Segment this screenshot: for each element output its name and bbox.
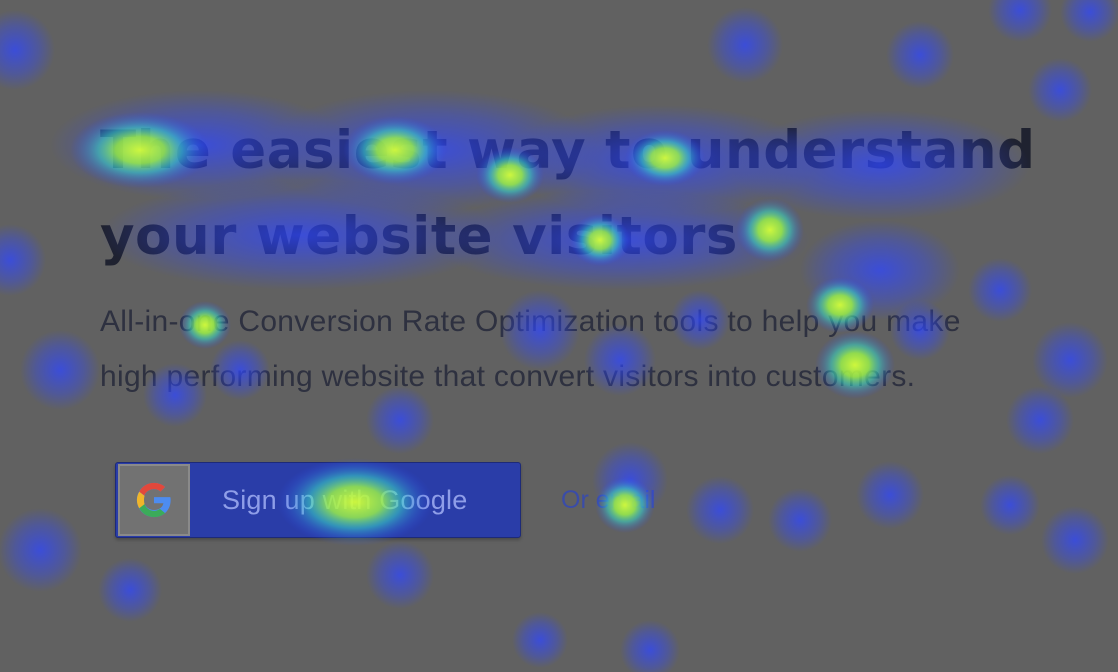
google-logo-box [118, 464, 190, 536]
email-signup-link[interactable]: Or email [561, 486, 655, 515]
hero-subtitle: All-in-one Conversion Rate Optimization … [100, 294, 1110, 404]
hero-section: The easiest way to understand your websi… [100, 108, 1110, 404]
landing-page-screenshot: The easiest way to understand your websi… [0, 0, 1118, 672]
google-g-icon [136, 482, 171, 518]
google-signup-button[interactable]: Sign up with Google [115, 462, 521, 538]
signup-cta-row: Sign up with Google Or email [115, 462, 655, 538]
google-signup-label: Sign up with Google [222, 484, 468, 515]
hero-headline: The easiest way to understand your websi… [100, 108, 1110, 280]
subtitle-line-2: high performing website that convert vis… [100, 360, 916, 393]
subtitle-line-1: All-in-one Conversion Rate Optimization … [100, 305, 961, 338]
headline-line-1: The easiest way to understand [100, 120, 1036, 181]
headline-line-2: your website visitors [100, 206, 738, 267]
